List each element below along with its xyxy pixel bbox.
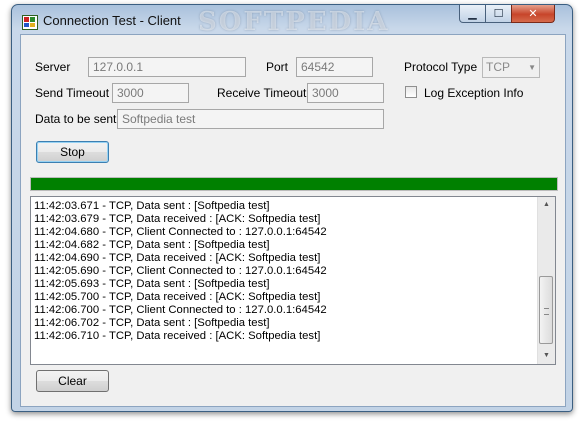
close-button[interactable]: ✕ bbox=[511, 5, 555, 23]
title-bar[interactable]: Connection Test - Client SOFTPEDIA ▁ ☐ ✕ bbox=[12, 5, 572, 37]
minimize-button[interactable]: ▁ bbox=[459, 5, 486, 23]
app-window: Connection Test - Client SOFTPEDIA ▁ ☐ ✕… bbox=[11, 4, 573, 412]
send-timeout-field[interactable]: 3000 bbox=[112, 83, 189, 103]
server-field[interactable]: 127.0.0.1 bbox=[88, 57, 246, 77]
app-icon[interactable] bbox=[22, 15, 38, 30]
send-timeout-label: Send Timeout bbox=[35, 86, 110, 100]
scroll-up-icon[interactable]: ▲ bbox=[538, 197, 555, 213]
log-exception-checkbox[interactable] bbox=[405, 86, 417, 98]
client-area: Server 127.0.0.1 Port 64542 Protocol Typ… bbox=[20, 34, 566, 407]
log-line: 11:42:05.700 - TCP, Data received : [ACK… bbox=[34, 291, 321, 303]
window-title: Connection Test - Client bbox=[43, 13, 181, 28]
log-line: 11:42:05.690 - TCP, Client Connected to … bbox=[34, 265, 327, 277]
receive-timeout-field[interactable]: 3000 bbox=[307, 83, 384, 103]
maximize-icon: ☐ bbox=[493, 8, 504, 20]
chevron-down-icon: ▼ bbox=[528, 63, 536, 72]
server-label: Server bbox=[35, 60, 71, 74]
log-line: 11:42:04.680 - TCP, Client Connected to … bbox=[34, 226, 327, 238]
stop-button[interactable]: Stop bbox=[36, 141, 109, 163]
progress-fill bbox=[31, 178, 557, 190]
receive-timeout-label: Receive Timeout bbox=[217, 86, 307, 100]
log-line: 11:42:03.679 - TCP, Data received : [ACK… bbox=[34, 213, 321, 225]
log-line: 11:42:06.710 - TCP, Data received : [ACK… bbox=[34, 330, 321, 342]
log-line: 11:42:04.682 - TCP, Data sent : [Softped… bbox=[34, 239, 270, 251]
close-icon: ✕ bbox=[528, 8, 538, 20]
log-line: 11:42:03.671 - TCP, Data sent : [Softped… bbox=[34, 200, 270, 212]
scroll-thumb[interactable] bbox=[539, 276, 553, 344]
minimize-icon: ▁ bbox=[468, 8, 477, 20]
port-field[interactable]: 64542 bbox=[296, 57, 373, 77]
log-line: 11:42:06.702 - TCP, Data sent : [Softped… bbox=[34, 317, 270, 329]
watermark: SOFTPEDIA bbox=[198, 7, 390, 37]
protocol-type-value: TCP bbox=[486, 60, 510, 74]
data-to-send-label: Data to be sent bbox=[35, 112, 117, 126]
progress-bar bbox=[30, 177, 558, 191]
log-line: 11:42:04.690 - TCP, Data received : [ACK… bbox=[34, 252, 321, 264]
protocol-type-select[interactable]: TCP ▼ bbox=[482, 57, 540, 78]
log-scrollbar[interactable]: ▲ ▼ bbox=[537, 197, 555, 364]
log-line: 11:42:06.700 - TCP, Client Connected to … bbox=[34, 304, 327, 316]
protocol-type-label: Protocol Type bbox=[404, 60, 478, 74]
data-to-send-field[interactable]: Softpedia test bbox=[117, 109, 384, 129]
log-lines: 11:42:03.671 - TCP, Data sent : [Softped… bbox=[34, 200, 535, 343]
log-line: 11:42:05.693 - TCP, Data sent : [Softped… bbox=[34, 278, 270, 290]
port-label: Port bbox=[266, 60, 289, 74]
grip-icon bbox=[544, 308, 549, 315]
log-exception-label: Log Exception Info bbox=[424, 86, 524, 100]
scroll-down-icon[interactable]: ▼ bbox=[538, 348, 555, 364]
log-output[interactable]: 11:42:03.671 - TCP, Data sent : [Softped… bbox=[30, 196, 556, 365]
maximize-button[interactable]: ☐ bbox=[485, 5, 512, 23]
clear-button[interactable]: Clear bbox=[36, 370, 109, 392]
